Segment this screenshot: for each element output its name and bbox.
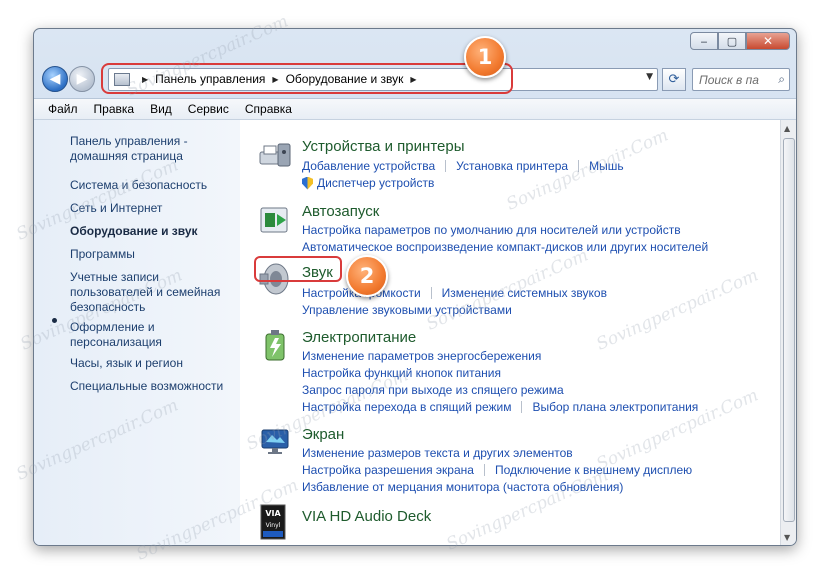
address-dropdown-icon[interactable]: ▼ [646, 72, 653, 82]
display-monitor-icon [261, 429, 289, 454]
sidebar-item-network[interactable]: Сеть и Интернет [70, 201, 162, 216]
display-links-row-2: Настройка разрешения экрана Подключение … [302, 463, 692, 477]
search-placeholder: Поиск в па [699, 73, 759, 87]
section-sound-title[interactable]: Звук [302, 264, 333, 281]
breadcrumb-chevron-icon[interactable]: ▶ [142, 75, 148, 84]
autoplay-defaults-link[interactable]: Настройка параметров по умолчанию для но… [302, 223, 681, 237]
control-panel-icon [114, 73, 130, 86]
scroll-down-icon[interactable]: ▼ [784, 533, 790, 542]
menu-bar: Файл Правка Вид Сервис Справка [34, 98, 796, 120]
devices-printers-icon [259, 143, 291, 167]
search-icon[interactable]: ⌕ [778, 72, 785, 87]
add-device-link[interactable]: Добавление устройства [302, 159, 435, 173]
sidebar: Панель управления - домашняя страница Си… [34, 120, 240, 545]
section-display-title[interactable]: Экран [302, 426, 344, 443]
sound-speaker-icon [259, 263, 289, 295]
device-manager-link[interactable]: Диспетчер устройств [317, 176, 434, 190]
minimize-button[interactable]: ‒ [690, 32, 718, 50]
sound-links-row-1: Настройка громкости Изменение системных … [302, 286, 607, 300]
back-button[interactable]: ◀ [42, 66, 68, 92]
breadcrumb: ▶ Панель управления ▶ Оборудование и зву… [135, 72, 424, 86]
svg-text:VIA: VIA [265, 509, 281, 518]
maximize-button[interactable]: ▢ [718, 32, 746, 50]
sidebar-item-programs[interactable]: Программы [70, 247, 135, 262]
screen-resolution-link[interactable]: Настройка разрешения экрана [302, 463, 474, 477]
forward-arrow-icon: ▶ [76, 71, 88, 87]
menu-edit[interactable]: Правка [94, 102, 135, 116]
sidebar-item-user-accounts[interactable]: Учетные записи пользователей и семейная … [70, 270, 228, 315]
sidebar-item-hardware-sound[interactable]: Оборудование и звук [70, 224, 198, 239]
sidebar-home-link[interactable]: Панель управления - домашняя страница [70, 134, 220, 164]
sleep-settings-link[interactable]: Настройка перехода в спящий режим [302, 400, 511, 414]
add-printer-link[interactable]: Установка принтера [456, 159, 568, 173]
autoplay-cd-link[interactable]: Автоматическое воспроизведение компакт-д… [302, 240, 708, 254]
active-bullet-icon [52, 318, 57, 323]
step-badge-2: 2 [346, 255, 388, 297]
manage-audio-devices-link[interactable]: Управление звуковыми устройствами [302, 303, 512, 317]
close-button[interactable]: ✕ [746, 32, 790, 50]
power-plan-link[interactable]: Выбор плана электропитания [532, 400, 698, 414]
power-links-row-4: Настройка перехода в спящий режим Выбор … [302, 400, 698, 414]
sidebar-item-system-security[interactable]: Система и безопасность [70, 178, 207, 193]
section-devices-printers-title[interactable]: Устройства и принтеры [302, 138, 464, 155]
caption-buttons: ‒ ▢ ✕ [690, 32, 790, 50]
menu-tools[interactable]: Сервис [188, 102, 229, 116]
devices-links-row-2: Диспетчер устройств [302, 176, 434, 190]
scroll-up-icon[interactable]: ▲ [784, 124, 790, 133]
power-saving-link[interactable]: Изменение параметров энергосбережения [302, 349, 541, 363]
external-display-link[interactable]: Подключение к внешнему дисплею [495, 463, 692, 477]
sidebar-item-appearance[interactable]: Оформление и персонализация [70, 320, 190, 350]
scroll-thumb[interactable] [783, 138, 795, 522]
svg-text:Vinyl: Vinyl [266, 522, 281, 529]
sidebar-item-clock-language[interactable]: Часы, язык и регион [70, 356, 183, 371]
section-autoplay-title[interactable]: Автозапуск [302, 203, 379, 220]
breadcrumb-control-panel[interactable]: Панель управления [155, 72, 265, 86]
refresh-rate-link[interactable]: Избавление от мерцания монитора (частота… [302, 480, 623, 494]
search-box[interactable]: Поиск в па ⌕ [692, 68, 790, 91]
mouse-link[interactable]: Мышь [589, 159, 624, 173]
wake-password-link[interactable]: Запрос пароля при выходе из спящего режи… [302, 383, 564, 397]
section-via-audio-title[interactable]: VIA HD Audio Deck [302, 508, 431, 525]
vertical-scrollbar[interactable]: ▲ ▼ [780, 120, 796, 545]
section-power-title[interactable]: Электропитание [302, 329, 416, 346]
address-bar[interactable]: ▶ Панель управления ▶ Оборудование и зву… [108, 68, 658, 91]
breadcrumb-hardware-sound[interactable]: Оборудование и звук [286, 72, 404, 86]
refresh-button[interactable]: ⟳ [662, 68, 686, 91]
step-badge-1: 1 [464, 36, 506, 78]
breadcrumb-chevron-icon[interactable]: ▶ [410, 75, 416, 84]
text-size-link[interactable]: Изменение размеров текста и других элеме… [302, 446, 573, 460]
menu-view[interactable]: Вид [150, 102, 172, 116]
navigation-bar: ◀ ▶ ▶ Панель управления ▶ Оборудование и… [40, 64, 792, 94]
sidebar-item-accessibility[interactable]: Специальные возможности [70, 379, 223, 394]
via-audio-deck-icon: VIA Vinyl [260, 504, 286, 540]
menu-file[interactable]: Файл [48, 102, 78, 116]
back-arrow-icon: ◀ [49, 71, 61, 87]
autoplay-icon [260, 207, 288, 233]
refresh-icon: ⟳ [668, 72, 680, 87]
forward-button[interactable]: ▶ [69, 66, 95, 92]
power-battery-icon [265, 330, 285, 361]
power-buttons-link[interactable]: Настройка функций кнопок питания [302, 366, 501, 380]
system-sounds-link[interactable]: Изменение системных звуков [442, 286, 607, 300]
uac-shield-icon [302, 176, 313, 190]
menu-help[interactable]: Справка [245, 102, 292, 116]
breadcrumb-chevron-icon[interactable]: ▶ [272, 75, 278, 84]
devices-links-row-1: Добавление устройства Установка принтера… [302, 159, 624, 173]
